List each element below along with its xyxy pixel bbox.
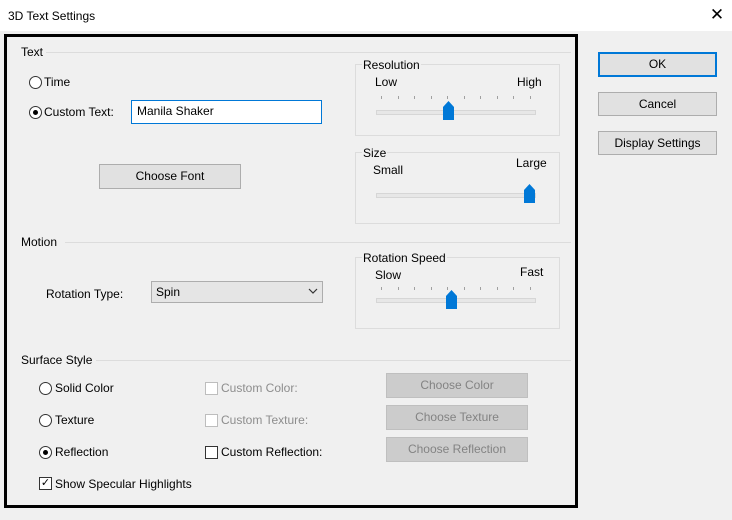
title-bar xyxy=(0,0,732,31)
slider-tick xyxy=(513,96,514,99)
solid-color-radio[interactable] xyxy=(39,382,52,395)
rotation-speed-max-label: Fast xyxy=(520,265,544,279)
slider-tick xyxy=(381,287,382,290)
size-label: Size xyxy=(362,146,388,160)
size-ticks xyxy=(376,180,536,184)
slider-tick xyxy=(397,96,399,99)
resolution-track xyxy=(376,110,536,115)
custom-texture-label: Custom Texture: xyxy=(221,413,309,427)
slider-tick xyxy=(496,96,498,99)
display-settings-button[interactable]: Display Settings xyxy=(598,131,717,155)
custom-text-radio[interactable] xyxy=(29,106,42,119)
resolution-max-label: High xyxy=(517,75,542,89)
slider-tick xyxy=(480,287,481,290)
slider-tick xyxy=(447,96,448,99)
rotation-type-value: Spin xyxy=(156,285,181,299)
choose-reflection-button[interactable]: Choose Reflection xyxy=(386,437,528,462)
solid-color-label: Solid Color xyxy=(55,381,114,395)
text-section-divider xyxy=(46,52,571,53)
size-max-label: Large xyxy=(516,156,547,170)
custom-texture-checkbox[interactable] xyxy=(205,414,218,427)
size-thumb[interactable] xyxy=(524,184,535,203)
size-min-label: Small xyxy=(373,163,404,177)
window-title: 3D Text Settings xyxy=(8,9,96,23)
custom-reflection-label: Custom Reflection: xyxy=(221,445,323,459)
slider-tick xyxy=(430,287,432,290)
size-slider[interactable] xyxy=(376,180,536,210)
close-icon[interactable]: ✕ xyxy=(707,5,727,25)
choose-color-button[interactable]: Choose Color xyxy=(386,373,528,398)
ok-button[interactable]: OK xyxy=(598,52,717,77)
rotation-speed-label: Rotation Speed xyxy=(362,251,447,265)
custom-color-label: Custom Color: xyxy=(221,381,298,395)
motion-section-label: Motion xyxy=(21,235,58,249)
reflection-label: Reflection xyxy=(55,445,109,459)
slider-tick xyxy=(480,96,481,99)
specular-highlights-checkbox[interactable]: ✓ xyxy=(39,477,52,490)
cancel-button[interactable]: Cancel xyxy=(598,92,717,116)
slider-tick xyxy=(529,96,531,99)
motion-section-divider xyxy=(65,242,571,243)
rotation-type-label: Rotation Type: xyxy=(46,287,124,301)
choose-texture-button[interactable]: Choose Texture xyxy=(386,405,528,430)
choose-font-button[interactable]: Choose Font xyxy=(99,164,241,189)
reflection-radio[interactable] xyxy=(39,446,52,459)
resolution-slider[interactable] xyxy=(376,96,536,126)
texture-label: Texture xyxy=(55,413,95,427)
rotation-speed-min-label: Slow xyxy=(375,268,402,282)
rotation-speed-slider[interactable] xyxy=(376,287,536,317)
custom-text-input[interactable]: Manila Shaker xyxy=(131,100,322,124)
custom-color-checkbox[interactable] xyxy=(205,382,218,395)
slider-tick xyxy=(463,96,465,99)
texture-radio[interactable] xyxy=(39,414,52,427)
surface-style-section-label: Surface Style xyxy=(21,353,93,367)
slider-tick xyxy=(463,287,465,290)
slider-tick xyxy=(414,96,415,99)
resolution-thumb[interactable] xyxy=(442,101,454,120)
rotation-speed-thumb[interactable] xyxy=(445,290,457,309)
slider-tick xyxy=(414,287,415,290)
slider-tick xyxy=(529,287,531,290)
slider-tick xyxy=(430,96,432,99)
size-track xyxy=(376,193,536,198)
slider-tick xyxy=(381,96,382,99)
custom-text-label: Custom Text: xyxy=(44,105,114,119)
slider-tick xyxy=(397,287,399,290)
time-radio[interactable] xyxy=(29,76,42,89)
resolution-ticks xyxy=(376,96,536,100)
text-section-label: Text xyxy=(21,45,44,59)
surface-style-divider xyxy=(96,360,571,361)
specular-highlights-label: Show Specular Highlights xyxy=(55,477,192,491)
rotation-type-select[interactable]: Spin xyxy=(151,281,323,303)
slider-tick xyxy=(496,287,498,290)
time-label: Time xyxy=(44,75,71,89)
slider-tick xyxy=(513,287,514,290)
custom-reflection-checkbox[interactable] xyxy=(205,446,218,459)
chevron-down-icon xyxy=(308,288,318,294)
resolution-label: Resolution xyxy=(362,58,421,72)
resolution-min-label: Low xyxy=(375,75,398,89)
